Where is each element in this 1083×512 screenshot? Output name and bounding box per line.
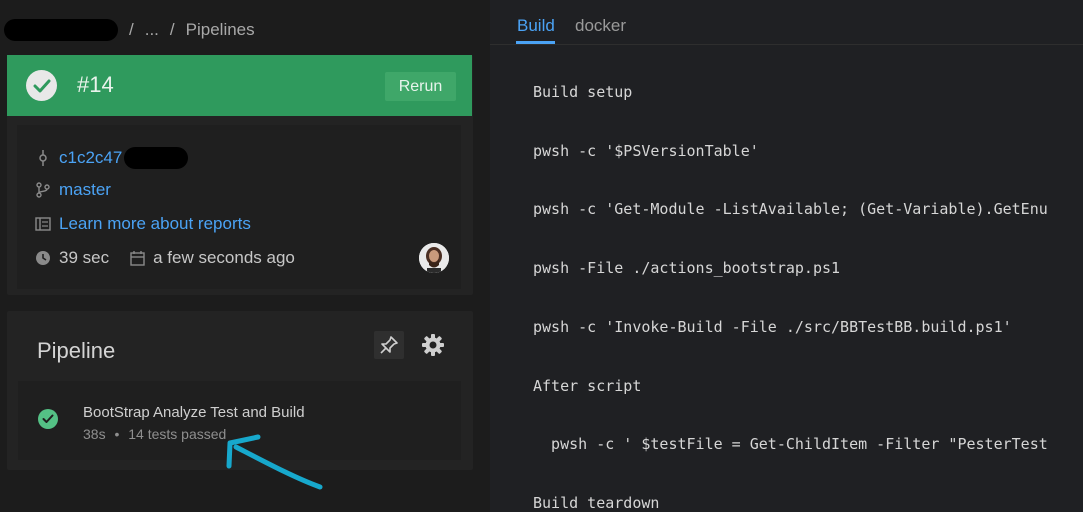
rerun-button[interactable]: Rerun xyxy=(385,72,456,101)
commit-icon xyxy=(35,150,51,166)
step-name: BootStrap Analyze Test and Build xyxy=(83,404,305,421)
step-success-icon xyxy=(38,409,58,429)
gear-icon[interactable] xyxy=(418,331,448,359)
redacted-commit-message xyxy=(124,147,189,169)
clock-icon xyxy=(35,250,51,266)
learn-more-reports-link[interactable]: Learn more about reports xyxy=(59,214,251,234)
build-details: c1c2c47 master Learn more about reports xyxy=(17,125,461,289)
pipeline-step-item[interactable]: BootStrap Analyze Test and Build 38s • 1… xyxy=(18,381,461,460)
calendar-icon xyxy=(129,250,145,266)
pin-icon[interactable] xyxy=(374,331,404,359)
step-duration: 38s xyxy=(83,426,106,442)
breadcrumb-ellipsis[interactable]: ... xyxy=(145,20,159,40)
build-status-header: #14 Rerun xyxy=(7,55,472,116)
log-output: Build setup pwsh -c '$PSVersionTable' pw… xyxy=(533,0,1048,512)
log-line: pwsh -c '$PSVersionTable' xyxy=(533,142,759,160)
commit-hash-link[interactable]: c1c2c47 xyxy=(59,148,122,168)
step-tests-passed: 14 tests passed xyxy=(128,426,227,442)
log-line: Build setup xyxy=(533,83,633,101)
breadcrumb-separator: / xyxy=(129,20,134,39)
branch-icon xyxy=(35,182,51,198)
log-line: pwsh -c 'Invoke-Build -File ./src/BBTest… xyxy=(533,318,1012,336)
breadcrumb-separator: / xyxy=(169,20,175,39)
breadcrumb: / ... / Pipelines xyxy=(0,14,255,46)
log-line: pwsh -c ' $testFile = Get-ChildItem -Fil… xyxy=(533,435,1048,453)
log-panel: Build docker Build setup pwsh -c '$PSVer… xyxy=(490,0,1083,512)
tab-docker[interactable]: docker xyxy=(575,16,626,36)
reports-row: Learn more about reports xyxy=(35,214,251,234)
breadcrumb-current[interactable]: Pipelines xyxy=(186,20,255,40)
step-meta: 38s • 14 tests passed xyxy=(83,426,226,442)
pipeline-title: Pipeline xyxy=(37,338,116,363)
success-check-icon xyxy=(26,70,57,101)
build-summary-card: #14 Rerun c1c2c47 master Learn more abou… xyxy=(7,55,473,295)
log-line: pwsh -c 'Get-Module -ListAvailable; (Get… xyxy=(533,200,1048,218)
timing-row: 39 sec a few seconds ago xyxy=(35,248,295,268)
commit-row: c1c2c47 xyxy=(35,147,189,169)
pipeline-card: Pipeline BootStrap Analyze Test and Buil… xyxy=(7,311,473,470)
avatar[interactable] xyxy=(419,243,449,273)
build-duration: 39 sec xyxy=(59,248,110,267)
log-tabs: Build docker xyxy=(490,0,1083,45)
redacted-project-name xyxy=(4,19,118,41)
build-started-time: a few seconds ago xyxy=(153,248,295,267)
report-icon xyxy=(35,216,51,232)
log-line: Build teardown xyxy=(533,494,660,512)
build-number: #14 xyxy=(77,72,114,97)
left-panel: / ... / Pipelines #14 Rerun c1c2c47 mast… xyxy=(0,0,490,512)
branch-row: master xyxy=(35,180,111,200)
log-line: pwsh -File ./actions_bootstrap.ps1 xyxy=(533,259,841,277)
branch-link[interactable]: master xyxy=(59,180,111,200)
log-line: After script xyxy=(533,377,642,395)
step-meta-separator: • xyxy=(114,426,120,442)
